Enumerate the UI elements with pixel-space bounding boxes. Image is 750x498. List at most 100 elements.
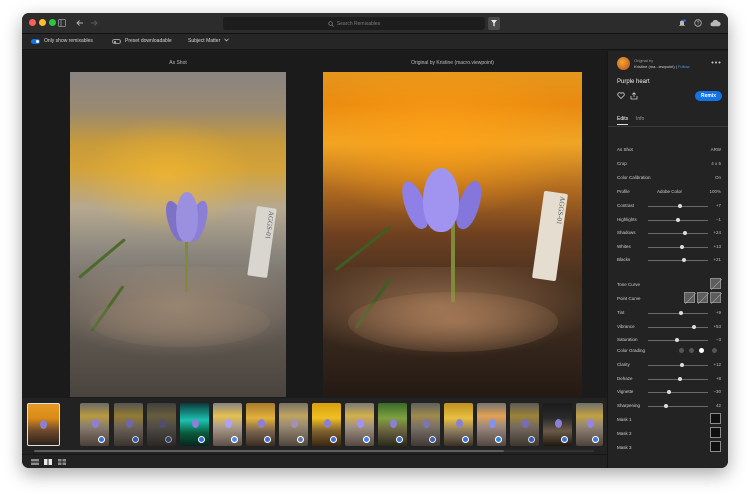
filmstrip-thumbnail[interactable] xyxy=(510,403,539,446)
heart-icon[interactable] xyxy=(617,92,625,99)
slider-knob[interactable] xyxy=(678,204,683,208)
filmstrip-thumbnail[interactable] xyxy=(279,403,308,446)
only-show-remixables-toggle[interactable] xyxy=(31,39,40,44)
filmstrip-thumbnail[interactable] xyxy=(312,403,341,446)
slider-knob[interactable] xyxy=(675,338,680,342)
search-bar[interactable]: Search Remixables xyxy=(223,17,485,30)
mask-thumbnail[interactable] xyxy=(710,413,721,424)
back-arrow-icon[interactable] xyxy=(76,19,84,27)
slider-knob[interactable] xyxy=(667,390,671,394)
filmstrip-thumbnail[interactable] xyxy=(246,403,275,446)
slider-track[interactable] xyxy=(648,313,708,314)
filmstrip-scrollbar[interactable] xyxy=(34,450,594,452)
filmstrip-thumbnail[interactable] xyxy=(80,403,109,446)
filmstrip-thumbnail[interactable] xyxy=(411,403,440,446)
tone-curve-label: Tone Curve xyxy=(617,282,641,287)
slider-track[interactable] xyxy=(648,246,708,248)
filmstrip-thumbnail[interactable] xyxy=(147,403,176,446)
mask-thumbnail[interactable] xyxy=(710,441,721,452)
as-shot-label: As Shot xyxy=(169,60,187,66)
grading-highlights-wheel[interactable] xyxy=(699,348,704,353)
as-shot-photo[interactable]: AGGS-01 xyxy=(70,72,286,397)
tab-edits[interactable]: Edits xyxy=(617,116,628,122)
filmstrip-thumbnail[interactable] xyxy=(378,403,407,446)
single-view-icon[interactable] xyxy=(58,459,66,465)
scrollbar-thumb[interactable] xyxy=(34,450,504,452)
slider-value: +7 xyxy=(715,203,721,208)
slider-value: 42 xyxy=(715,402,721,408)
slider-label: Clarity xyxy=(617,362,630,367)
pebbles xyxy=(348,292,558,352)
slider-row-blacks: Blacks +21 xyxy=(617,256,721,264)
thumbnail-flower xyxy=(40,419,48,429)
avatar[interactable] xyxy=(617,57,630,70)
point-curve-blue[interactable] xyxy=(710,292,723,305)
thumbnail-flower xyxy=(422,419,430,429)
filmstrip-thumbnail-selected[interactable] xyxy=(27,403,60,446)
slider-track[interactable] xyxy=(648,392,708,393)
preset-downloadable-toggle[interactable] xyxy=(112,39,121,44)
filmstrip-thumbnail[interactable] xyxy=(213,403,242,446)
slider-track[interactable] xyxy=(648,260,708,261)
slider-value: −30 xyxy=(713,389,721,394)
grading-global-wheel[interactable] xyxy=(712,348,717,353)
pebbles xyxy=(90,297,270,347)
slider-knob[interactable] xyxy=(683,231,688,235)
minimize-window-button[interactable] xyxy=(39,19,46,26)
compare-view-icon[interactable] xyxy=(44,459,52,465)
title-bar: Search Remixables ? xyxy=(22,13,728,34)
follow-link[interactable]: Follow xyxy=(678,64,690,69)
share-icon[interactable] xyxy=(630,92,638,100)
tone-curve-thumbnail[interactable] xyxy=(710,278,723,291)
slider-knob[interactable] xyxy=(664,403,668,408)
zoom-window-button[interactable] xyxy=(49,19,56,26)
filmstrip-thumbnail[interactable] xyxy=(444,403,473,446)
point-curve-red[interactable] xyxy=(684,292,697,305)
filter-toolbar: Only show remixables Preset downloadable… xyxy=(22,34,728,50)
filmstrip-thumbnail[interactable] xyxy=(114,403,143,446)
slider-track[interactable] xyxy=(648,405,708,407)
slider-knob[interactable] xyxy=(691,324,696,329)
remix-button[interactable]: Remix xyxy=(695,91,722,101)
profile-badge xyxy=(98,436,105,443)
filter-button[interactable] xyxy=(488,17,500,30)
profile-badge xyxy=(231,436,238,443)
forward-arrow-icon[interactable] xyxy=(90,19,98,27)
profile-badge xyxy=(528,436,535,443)
profile-badge xyxy=(165,436,172,443)
slider-track[interactable] xyxy=(648,233,708,234)
subject-matter-dropdown[interactable]: Subject Matter xyxy=(188,38,229,44)
grading-shadows-wheel[interactable] xyxy=(679,348,684,353)
sidebar-toggle-icon[interactable] xyxy=(58,19,66,27)
slider-knob[interactable] xyxy=(679,311,683,315)
grading-midtones-wheel[interactable] xyxy=(689,348,694,353)
mask-thumbnail[interactable] xyxy=(710,427,721,438)
close-window-button[interactable] xyxy=(29,19,36,26)
slider-knob[interactable] xyxy=(680,244,685,249)
tab-info[interactable]: Info xyxy=(636,116,644,122)
help-icon[interactable]: ? xyxy=(694,19,702,27)
slider-knob[interactable] xyxy=(678,376,683,381)
slider-value: +53 xyxy=(713,323,721,329)
grid-view-icon[interactable] xyxy=(31,459,39,465)
slider-knob[interactable] xyxy=(676,217,680,222)
slider-knob[interactable] xyxy=(682,258,686,262)
filmstrip-thumbnail[interactable] xyxy=(345,403,374,446)
notification-bell-icon[interactable] xyxy=(678,19,686,27)
filmstrip-thumbnail[interactable] xyxy=(477,403,506,446)
slider-track[interactable] xyxy=(648,326,708,328)
filmstrip-thumbnail[interactable] xyxy=(576,403,603,446)
original-photo[interactable]: AGGS-01 xyxy=(323,72,582,397)
filmstrip-thumbnail[interactable] xyxy=(180,403,209,446)
point-curve-green[interactable] xyxy=(697,292,710,305)
crop-row: Crop 4 x 5 xyxy=(617,160,721,168)
more-options-icon[interactable] xyxy=(711,61,721,64)
chevron-down-icon xyxy=(223,38,229,42)
filmstrip-thumbnail[interactable] xyxy=(543,403,572,446)
slider-knob[interactable] xyxy=(679,363,684,367)
cloud-icon[interactable] xyxy=(710,19,721,27)
image-title: Purple heart xyxy=(617,79,650,85)
author-name[interactable]: Kristine (ma...iewpoint) xyxy=(634,64,675,69)
slider-track[interactable] xyxy=(648,365,708,366)
bottom-bar xyxy=(22,454,607,468)
